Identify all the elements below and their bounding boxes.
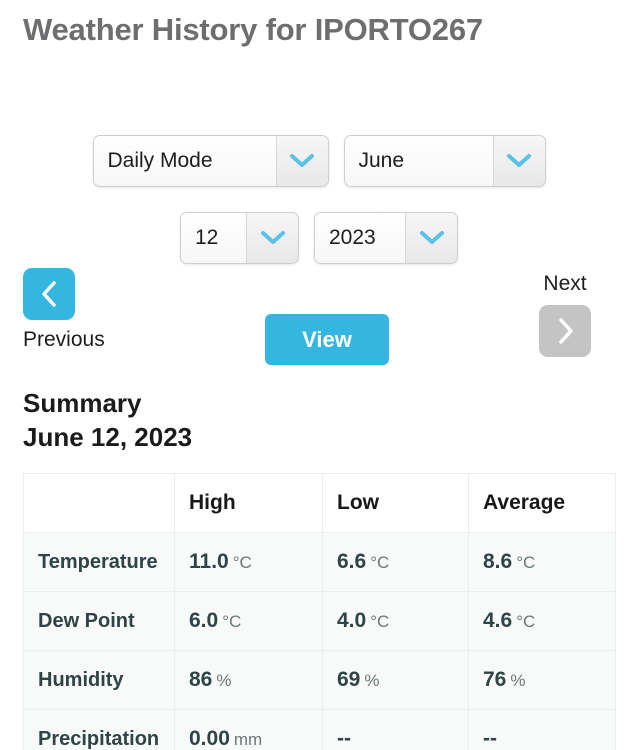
cell-value: -- — [483, 727, 497, 750]
table-row-label: Dew Point — [23, 591, 175, 651]
table-cell: 0.00 mm — [174, 709, 323, 750]
previous-label: Previous — [23, 328, 105, 351]
month-select-value: June — [344, 136, 493, 186]
cell-value: 0.00 — [189, 727, 230, 750]
date-controls-row-1: Daily Mode June — [0, 135, 638, 187]
row-label-text: Dew Point — [38, 609, 135, 632]
table-cell: 4.0 °C — [322, 591, 469, 651]
table-row: Precipitation 0.00 mm -- -- — [23, 709, 616, 750]
month-select[interactable]: June — [343, 135, 546, 187]
cell-value: 4.6 — [483, 609, 513, 632]
table-row: Humidity 86% 69% 76% — [23, 650, 616, 710]
table-cell: 4.6 °C — [468, 591, 616, 651]
table-cell: 6.6 °C — [322, 532, 469, 592]
table-cell: 6.0 °C — [174, 591, 323, 651]
cell-value: 4.0 — [337, 609, 367, 632]
table-cell: -- — [468, 709, 616, 750]
cell-value: 69 — [337, 668, 361, 691]
summary-block: Summary June 12, 2023 — [23, 386, 192, 454]
cell-unit: % — [364, 671, 380, 690]
cell-unit: °C — [370, 553, 390, 572]
table-cell: 69% — [322, 650, 469, 710]
table-header-row: High Low Average — [23, 473, 616, 533]
previous-button[interactable] — [23, 268, 75, 320]
table-header-cell: High — [174, 473, 323, 533]
summary-heading: Summary — [23, 388, 142, 418]
chevron-right-icon — [559, 318, 573, 344]
next-label: Next — [543, 272, 587, 295]
row-label-text: Humidity — [38, 668, 124, 691]
summary-date: June 12, 2023 — [23, 422, 193, 452]
cell-value: 76 — [483, 668, 507, 691]
view-button[interactable]: View — [265, 314, 389, 365]
cell-unit: % — [216, 671, 232, 690]
cell-unit: % — [510, 671, 526, 690]
day-select-value: 12 — [181, 213, 246, 263]
chevron-left-icon — [42, 281, 56, 307]
table-row: Dew Point 6.0 °C 4.0 °C 4.6 °C — [23, 591, 616, 651]
table-cell: 8.6 °C — [468, 532, 616, 592]
table-header-cell — [23, 473, 175, 533]
mode-select-value: Daily Mode — [93, 136, 276, 186]
cell-value: 11.0 — [189, 550, 229, 573]
previous-control: Previous — [23, 268, 143, 352]
cell-value: 86 — [189, 668, 213, 691]
mode-select[interactable]: Daily Mode — [92, 135, 329, 187]
chevron-down-icon[interactable] — [405, 213, 457, 263]
next-button[interactable] — [539, 305, 591, 357]
next-control: Next — [515, 272, 615, 357]
cell-unit: °C — [370, 612, 390, 631]
cell-value: -- — [337, 727, 351, 750]
cell-unit: °C — [516, 612, 536, 631]
date-controls-row-2: 12 2023 — [0, 212, 638, 264]
table-row: Temperature 11.0 °C 6.6 °C 8.6 °C — [23, 532, 616, 592]
table-head: High Low Average — [23, 473, 616, 533]
cell-unit: °C — [222, 612, 242, 631]
day-select[interactable]: 12 — [180, 212, 299, 264]
cell-value: 6.0 — [189, 609, 219, 632]
row-label-text: Temperature — [38, 550, 158, 573]
summary-table: High Low Average Temperature 11.0 °C 6.6 °C 8… — [23, 473, 616, 750]
page-title: Weather History for IPORTO267 — [23, 12, 483, 47]
table-row-label: Humidity — [23, 650, 175, 710]
table-row-label: Temperature — [23, 532, 175, 592]
weather-history-page: Weather History for IPORTO267 Daily Mode… — [0, 0, 638, 750]
chevron-down-icon[interactable] — [275, 136, 328, 186]
cell-unit: mm — [233, 730, 263, 749]
table-cell: 11.0 °C — [174, 532, 323, 592]
cell-value: 8.6 — [483, 550, 513, 573]
table-cell: 76% — [468, 650, 616, 710]
row-label-text: Precipitation — [38, 727, 160, 750]
year-select-value: 2023 — [315, 213, 405, 263]
table-body: Temperature 11.0 °C 6.6 °C 8.6 °C Dew Point 6.0 °… — [23, 532, 616, 750]
chevron-down-icon[interactable] — [492, 136, 545, 186]
chevron-down-icon[interactable] — [246, 213, 298, 263]
cell-value: 6.6 — [337, 550, 367, 573]
table-cell: -- — [322, 709, 469, 750]
cell-unit: °C — [232, 553, 252, 572]
table-header-cell: Low — [322, 473, 469, 533]
table-row-label: Precipitation — [23, 709, 175, 750]
table-header-cell: Average — [468, 473, 616, 533]
cell-unit: °C — [516, 553, 536, 572]
year-select[interactable]: 2023 — [314, 212, 458, 264]
table-cell: 86% — [174, 650, 323, 710]
